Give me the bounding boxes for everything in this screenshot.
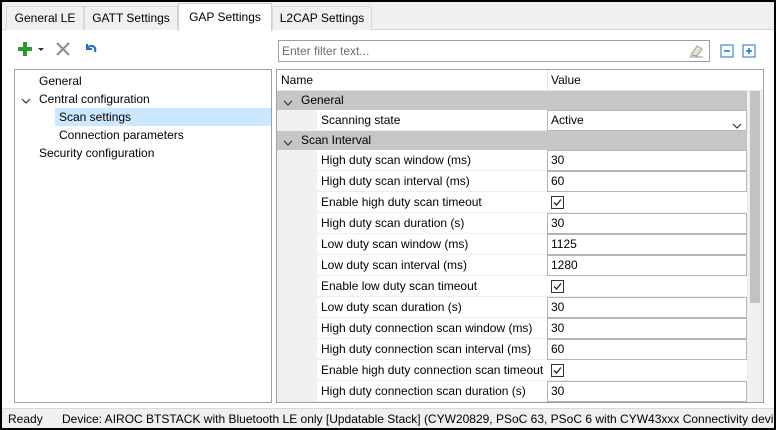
toolbar <box>12 38 122 62</box>
enable-low-duty-scan-timeout-checkbox[interactable] <box>551 280 564 293</box>
prop-name: Low duty scan window (ms) <box>317 234 547 255</box>
expand-all-icon[interactable] <box>742 44 756 58</box>
prop-row: Scanning state Active <box>277 110 747 131</box>
value-field[interactable]: 60 <box>547 171 747 192</box>
prop-name: Enable low duty scan timeout <box>317 276 547 297</box>
prop-row: Enable low duty scan timeout <box>277 276 747 297</box>
filter-box <box>278 40 710 62</box>
value-cell <box>547 360 747 381</box>
status-ready: Ready <box>8 412 43 426</box>
row-gutter <box>277 213 317 234</box>
prop-row: Enable high duty scan timeout <box>277 192 747 213</box>
prop-name: High duty connection scan interval (ms) <box>317 339 547 360</box>
column-header-value[interactable]: Value <box>547 70 581 91</box>
prop-name: High duty scan window (ms) <box>317 150 547 171</box>
prop-name: Scanning state <box>317 110 547 131</box>
vertical-scrollbar[interactable] <box>747 91 763 402</box>
row-gutter <box>277 339 317 360</box>
delete-icon[interactable] <box>54 40 72 58</box>
prop-row: High duty scan interval (ms) 60 <box>277 171 747 192</box>
property-grid: Name Value General Scanning state Active <box>276 69 764 403</box>
tree-item-security-configuration[interactable]: Security configuration <box>39 144 154 162</box>
value-field[interactable]: 30 <box>547 381 747 402</box>
settings-tree: General Central configuration Scan setti… <box>14 69 272 403</box>
clear-filter-icon[interactable] <box>687 43 705 59</box>
tree-item-general[interactable]: General <box>39 72 82 90</box>
chevron-down-icon[interactable] <box>283 95 293 106</box>
chevron-down-icon[interactable] <box>283 135 293 146</box>
value-field[interactable]: 1125 <box>547 234 747 255</box>
tab-gatt-settings[interactable]: GATT Settings <box>84 6 178 30</box>
row-gutter <box>277 234 317 255</box>
row-gutter <box>277 255 317 276</box>
prop-name: High duty connection scan window (ms) <box>317 318 547 339</box>
row-gutter <box>277 318 317 339</box>
row-gutter <box>277 276 317 297</box>
add-icon[interactable] <box>16 40 34 58</box>
tab-bar: General LE GATT Settings GAP Settings L2… <box>2 2 774 31</box>
prop-row: High duty scan duration (s) 30 <box>277 213 747 234</box>
chevron-down-icon[interactable] <box>21 95 31 105</box>
tree-item-central-configuration[interactable]: Central configuration <box>39 90 150 108</box>
column-header-name[interactable]: Name <box>277 70 313 91</box>
prop-name: High duty scan interval (ms) <box>317 171 547 192</box>
filter-input[interactable] <box>279 41 679 61</box>
prop-row: Low duty scan duration (s) 30 <box>277 297 747 318</box>
row-gutter <box>277 192 317 213</box>
value-field[interactable]: 30 <box>547 213 747 234</box>
select-value: Active <box>551 113 584 127</box>
row-gutter <box>277 297 317 318</box>
prop-row: Low duty scan interval (ms) 1280 <box>277 255 747 276</box>
group-label: General <box>301 93 344 107</box>
row-gutter <box>277 360 317 381</box>
prop-name: Low duty scan interval (ms) <box>317 255 547 276</box>
group-general[interactable]: General <box>277 91 747 110</box>
value-cell <box>547 192 747 213</box>
value-field[interactable]: 60 <box>547 339 747 360</box>
value-field[interactable]: 1280 <box>547 255 747 276</box>
prop-name: Enable high duty connection scan timeout <box>317 360 547 381</box>
group-scan-interval[interactable]: Scan Interval <box>277 131 747 150</box>
prop-name: High duty connection scan duration (s) <box>317 381 547 402</box>
prop-row: Low duty scan window (ms) 1125 <box>277 234 747 255</box>
row-gutter <box>277 110 317 131</box>
row-gutter <box>277 171 317 192</box>
prop-row: High duty scan window (ms) 30 <box>277 150 747 171</box>
status-device: Device: AIROC BTSTACK with Bluetooth LE … <box>62 412 776 426</box>
value-field[interactable]: 30 <box>547 318 747 339</box>
grid-header: Name Value <box>277 70 763 91</box>
status-bar: Ready Device: AIROC BTSTACK with Bluetoo… <box>2 408 774 428</box>
row-gutter <box>277 150 317 171</box>
scrollbar-thumb[interactable] <box>750 91 760 303</box>
collapse-all-icon[interactable] <box>720 44 734 58</box>
prop-name: Enable high duty scan timeout <box>317 192 547 213</box>
tab-gap-settings[interactable]: GAP Settings <box>178 3 272 31</box>
enable-high-duty-connection-scan-timeout-checkbox[interactable] <box>551 364 564 377</box>
dropdown-arrow-icon[interactable] <box>36 40 46 58</box>
prop-name: High duty scan duration (s) <box>317 213 547 234</box>
prop-row: High duty connection scan interval (ms) … <box>277 339 747 360</box>
gap-settings-window: General LE GATT Settings GAP Settings L2… <box>0 0 776 430</box>
value-field[interactable]: 30 <box>547 150 747 171</box>
prop-row: Enable high duty connection scan timeout <box>277 360 747 381</box>
value-field[interactable]: 30 <box>547 297 747 318</box>
prop-row: High duty connection scan duration (s) 3… <box>277 381 747 402</box>
tree-item-scan-settings[interactable]: Scan settings <box>55 108 271 126</box>
chevron-down-icon[interactable] <box>732 117 742 129</box>
row-gutter <box>277 381 317 402</box>
tab-general-le[interactable]: General LE <box>6 6 84 30</box>
undo-icon[interactable] <box>82 40 100 58</box>
tab-l2cap-settings[interactable]: L2CAP Settings <box>272 6 372 30</box>
prop-row: High duty connection scan window (ms) 30 <box>277 318 747 339</box>
scanning-state-select[interactable]: Active <box>547 110 747 131</box>
prop-name: Low duty scan duration (s) <box>317 297 547 318</box>
value-cell <box>547 276 747 297</box>
enable-high-duty-scan-timeout-checkbox[interactable] <box>551 196 564 209</box>
group-label: Scan Interval <box>301 133 372 147</box>
tree-item-connection-parameters[interactable]: Connection parameters <box>59 126 184 144</box>
